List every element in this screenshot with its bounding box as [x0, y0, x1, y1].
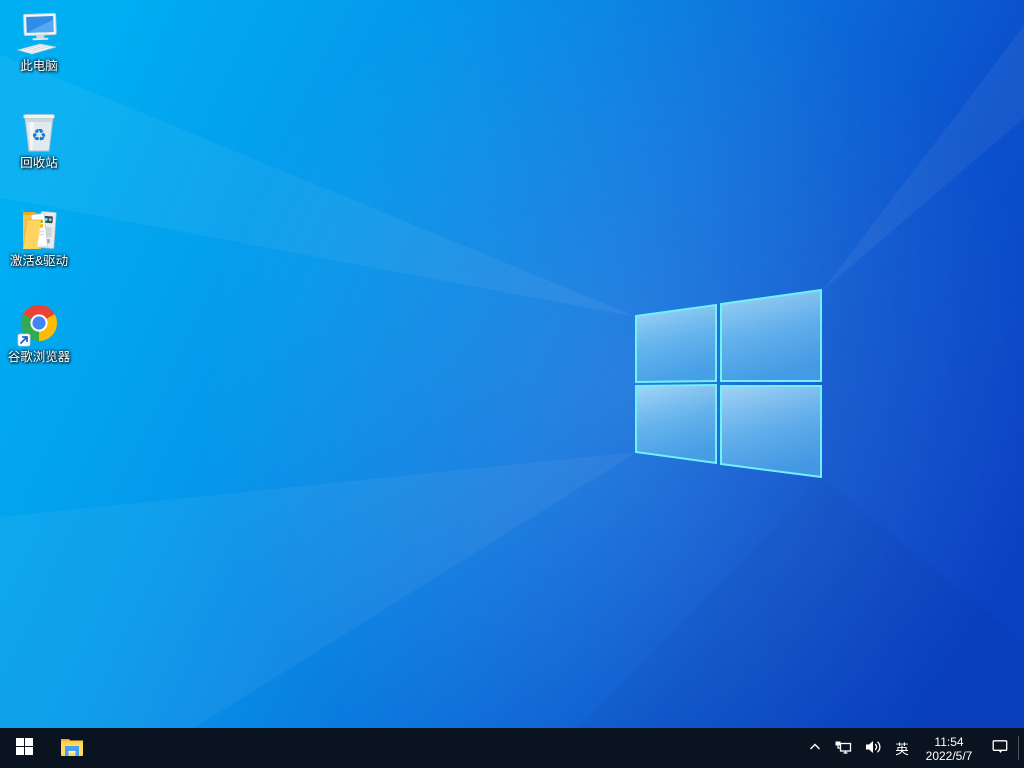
flag-pane-bottom-right: [720, 385, 822, 479]
system-tray: 英 11:54 2022/5/7: [802, 728, 1024, 768]
wallpaper[interactable]: [0, 0, 1024, 768]
tray-network-button[interactable]: [828, 728, 858, 768]
start-button[interactable]: [0, 728, 48, 768]
flag-pane-top-right: [720, 288, 822, 382]
action-center-button[interactable]: [982, 728, 1018, 768]
desktop-icon-google-chrome[interactable]: 谷歌浏览器: [1, 302, 77, 364]
flag-pane-bottom-left: [635, 383, 717, 465]
chrome-icon: [16, 302, 62, 348]
desktop-icon-this-pc[interactable]: 此电脑: [1, 11, 77, 73]
desktop-icon-recycle-bin[interactable]: ♻ 回收站: [1, 108, 77, 170]
desktop-icon-activation-drivers[interactable]: 激活&驱动: [1, 206, 77, 268]
tray-hidden-icons-button[interactable]: [802, 728, 828, 768]
shortcut-arrow-overlay: [17, 333, 31, 347]
clock-date: 2022/5/7: [925, 748, 973, 763]
tray-clock[interactable]: 11:54 2022/5/7: [916, 728, 982, 768]
desktop-icon-label: 回收站: [20, 156, 58, 170]
svg-text:♻: ♻: [31, 126, 46, 146]
windows-logo-icon: [15, 738, 33, 758]
file-explorer-icon: [60, 736, 84, 761]
clock-time: 11:54: [934, 734, 964, 749]
tray-input-method-indicator[interactable]: 英: [888, 728, 916, 768]
recycle-bin-icon: ♻: [16, 108, 62, 154]
speaker-volume-icon: [864, 739, 882, 758]
folder-icon: [16, 206, 62, 252]
taskbar-file-explorer-button[interactable]: [48, 728, 96, 768]
this-pc-icon: [16, 11, 62, 57]
tray-volume-button[interactable]: [858, 728, 888, 768]
desktop-icon-label: 激活&驱动: [9, 254, 69, 268]
desktop-icon-label: 谷歌浏览器: [7, 350, 71, 364]
desktop-icon-label: 此电脑: [20, 59, 58, 73]
chevron-up-icon: [808, 740, 822, 757]
show-desktop-button[interactable]: [1018, 736, 1024, 760]
ethernet-network-icon: [834, 739, 852, 758]
notification-bubble-icon: [991, 738, 1009, 758]
flag-pane-top-left: [635, 303, 717, 384]
windows-desktop: 此电脑 ♻ 回收站 激活&驱动 谷歌浏览器 英 11:54 2022/5/7: [0, 0, 1024, 768]
taskbar: 英 11:54 2022/5/7: [0, 728, 1024, 768]
